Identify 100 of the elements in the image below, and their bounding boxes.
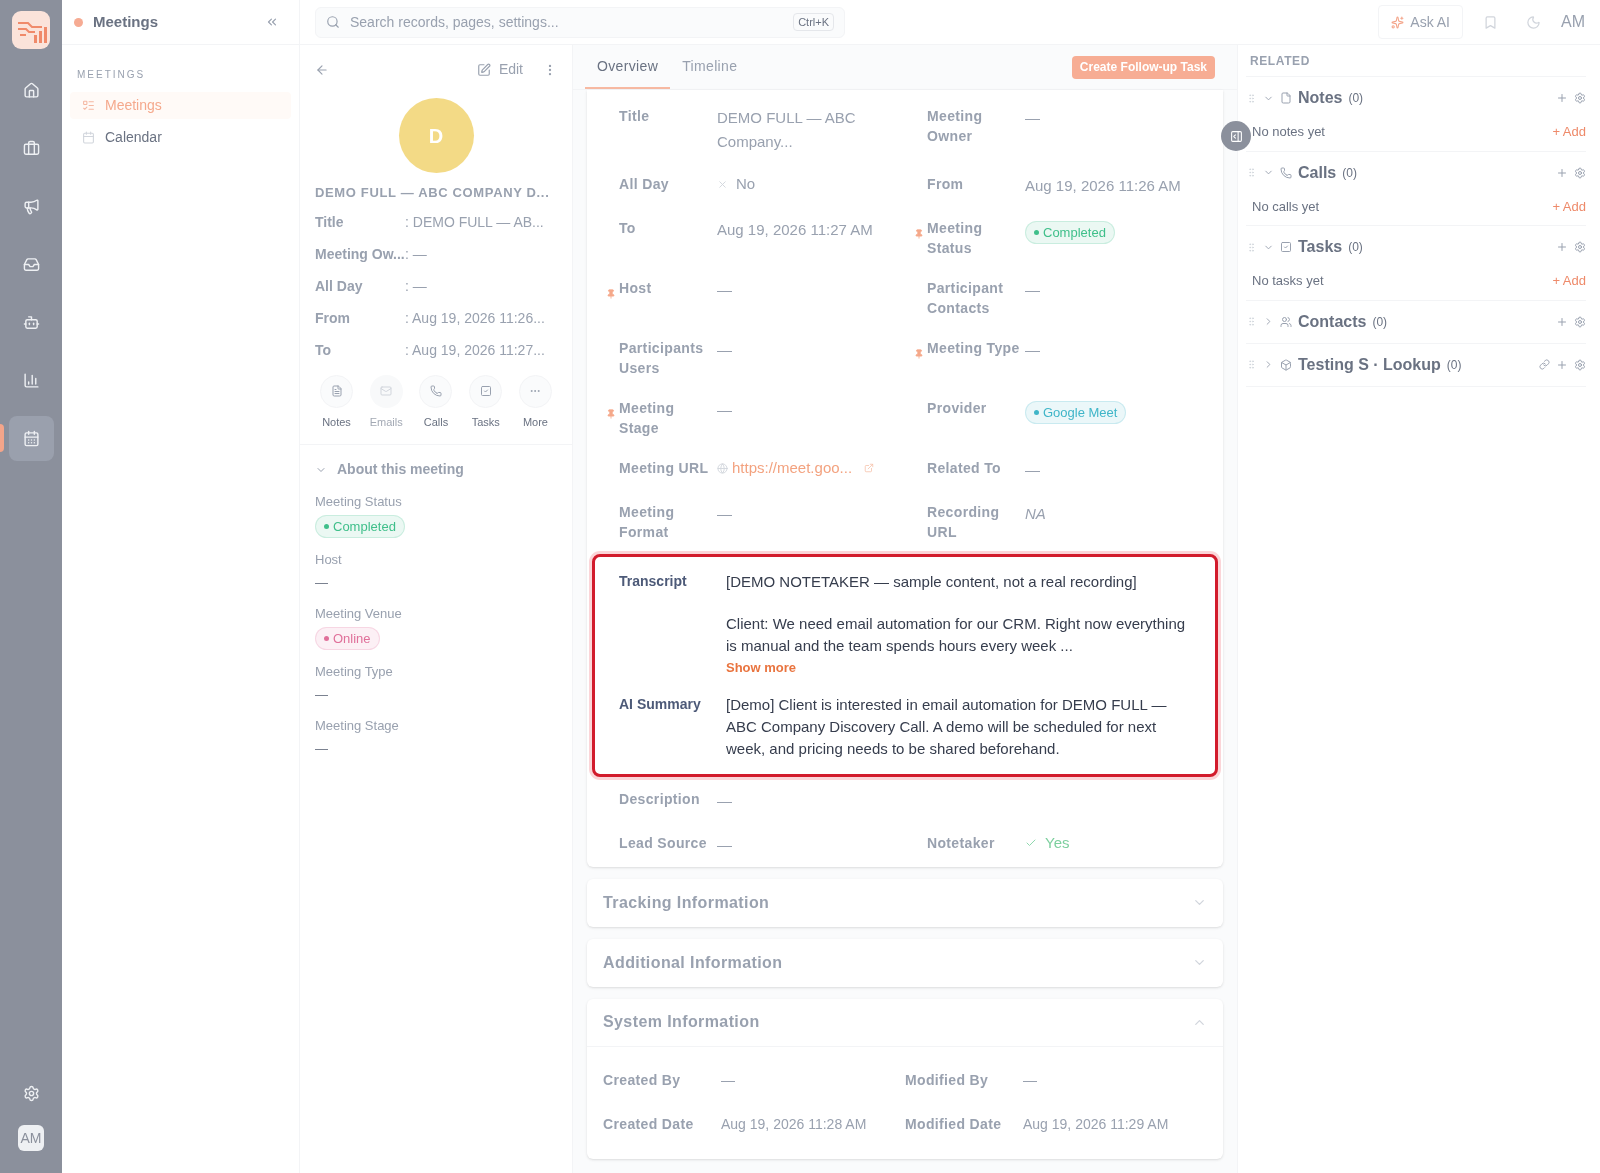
search-input[interactable]: Search records, pages, settings... [350,11,784,33]
field-value: : — [405,245,427,264]
plus-icon[interactable] [1556,92,1568,104]
plus-icon[interactable] [1556,166,1568,179]
shortcut-hint: Ctrl+K [793,12,834,32]
group-count: (0) [1446,356,1462,374]
field-label: Meeting Type [315,663,393,681]
settings-icon[interactable] [1574,315,1586,328]
section-header[interactable]: Additional Information [587,938,1223,987]
group-title[interactable]: Testing S · Lookup [1298,352,1441,377]
field-value: : DEMO FULL — AB... [405,213,544,232]
bookmark-icon[interactable] [1483,14,1498,30]
rail-button[interactable] [8,416,54,461]
group-title[interactable]: Tasks [1298,235,1343,259]
field-label: Recording URL [927,503,1001,542]
add-link[interactable]: + Add [1552,122,1586,142]
field-label: Title [315,213,345,232]
plus-icon[interactable] [1556,358,1568,371]
external-link-icon [864,463,875,473]
settings-icon[interactable] [1574,241,1586,253]
status-badge: Completed [1025,220,1115,245]
field-label: Transcript [619,572,688,591]
edit-button[interactable]: Edit [476,59,523,80]
panel-icon [1229,129,1243,143]
field-value: — [717,791,732,809]
add-link[interactable]: + Add [1552,271,1586,291]
show-more-link[interactable]: Show more [726,658,797,678]
section-header[interactable]: Tracking Information [587,878,1223,927]
drag-handle-icon[interactable] [1246,316,1257,327]
home-icon [22,82,40,99]
section-toggle[interactable]: About this meeting [315,459,557,480]
group-count: (0) [1348,239,1363,256]
field-label: Related To [927,459,1003,478]
nav-section-heading: MEETINGS [77,68,147,82]
field-label: Meeting Stage [315,717,399,735]
field-label: Created By [603,1071,682,1090]
field-label: Host [315,551,342,569]
section-header[interactable]: System Information [587,998,1223,1047]
drag-handle-icon[interactable] [1246,241,1257,253]
url-link[interactable]: https://meet.goo... [732,458,853,478]
drag-handle-icon[interactable] [1246,167,1257,178]
record-name: DEMO FULL — ABC COMPANY D... [314,184,551,202]
field-value: — [721,1071,735,1090]
field-label: Modified Date [905,1115,1003,1134]
user-initials[interactable]: AM [1561,10,1585,34]
field-value: — [717,401,732,418]
field-value: — [1023,1071,1037,1090]
phone-icon [1280,166,1292,179]
field-value: — [315,739,328,758]
field-value: — [1025,109,1040,126]
drag-handle-icon[interactable] [1246,359,1257,370]
group-title[interactable]: Calls [1298,160,1337,185]
field-label: Created Date [603,1115,695,1134]
status-badge: Online [315,626,380,650]
plus-icon[interactable] [1556,241,1568,253]
empty-state-text: No calls yet [1252,197,1321,216]
field-label: From [927,175,965,194]
collapse-icon[interactable] [265,15,279,29]
moon-icon[interactable] [1526,14,1541,30]
create-follow-up-task-button[interactable]: Create Follow-up Task [1071,55,1215,79]
calendar-icon [22,430,40,447]
settings-icon[interactable] [1574,92,1586,104]
user-avatar[interactable]: AM [18,1125,44,1151]
field-label: Meeting Format [619,503,676,542]
group-title[interactable]: Contacts [1298,309,1367,334]
bar-chart-icon [22,372,40,389]
field-value: No [736,174,756,194]
settings-icon[interactable] [1574,358,1586,371]
back-icon[interactable] [315,62,329,77]
list-icon [82,99,95,112]
field-label: Title [619,107,651,126]
search-icon [326,15,340,29]
tab[interactable]: Timeline [670,45,750,89]
status-badge: Google Meet [1025,400,1127,425]
search-field[interactable]: Search records, pages, settings... Ctrl+K [315,6,845,38]
field-label: To [619,219,637,238]
add-link[interactable]: + Add [1552,196,1586,216]
phone-icon [430,385,442,397]
nav-item[interactable]: Calendar [70,124,291,151]
ask-ai-button[interactable]: Ask AI [1378,5,1463,39]
nav-item[interactable]: Meetings [70,92,291,119]
active-indicator [0,424,4,452]
field-label: Meeting Ow... [315,245,405,264]
settings-icon[interactable] [1574,166,1586,179]
field-value: Aug 19, 2026 11:29 AM [1023,1115,1169,1134]
field-value: — [717,341,732,358]
link-icon[interactable] [1539,359,1550,370]
panel-toggle-button[interactable] [1221,121,1251,151]
related-heading: RELATED [1246,45,1586,77]
group-count: (0) [1348,90,1364,107]
plus-icon[interactable] [1556,315,1568,328]
globe-icon [717,462,728,474]
transcript-text: [DEMO NOTETAKER — sample content, not a real recording] [726,572,1138,592]
field-value: — [1025,341,1040,358]
checkbox-icon [1280,241,1292,253]
group-title[interactable]: Notes [1298,86,1343,110]
field-label: AI Summary [619,694,702,714]
drag-handle-icon[interactable] [1246,92,1257,104]
pin-icon [606,289,616,299]
nav-title: Meetings [93,11,159,32]
